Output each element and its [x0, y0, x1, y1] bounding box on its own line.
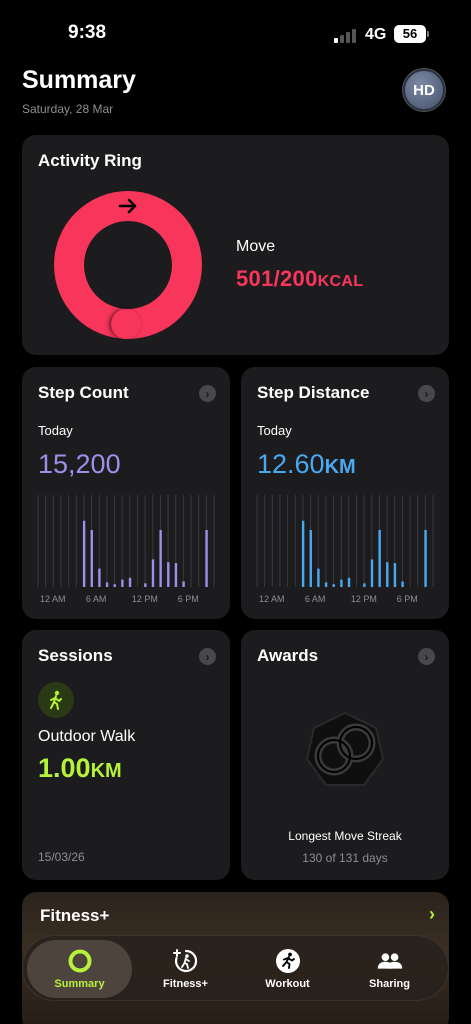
activity-ring-icon [67, 948, 93, 974]
chart-bar [347, 577, 351, 587]
session-distance-number: 1.00 [38, 753, 91, 783]
chart-bar [113, 584, 116, 587]
tab-label: Fitness+ [163, 978, 208, 990]
chart-bar [378, 529, 381, 587]
chart-bar [105, 582, 109, 587]
chart-bar [98, 568, 101, 587]
chevron-right-icon[interactable]: › [418, 648, 435, 665]
status-bar: 9:38 4G 56 [0, 0, 471, 60]
chart-bar [174, 563, 178, 587]
fitness-plus-brand: Fitness+ [38, 906, 109, 926]
page-date: Saturday, 28 Mar [22, 102, 114, 116]
chart-bar [324, 582, 328, 587]
period-label: Today [257, 423, 292, 438]
award-progress: 130 of 131 days [302, 851, 388, 865]
chart-tick-label: 12 AM [259, 594, 285, 604]
chart-tick-label: 6 PM [178, 594, 199, 604]
tab-label: Summary [54, 978, 105, 990]
card-title: Step Count [38, 383, 129, 402]
card-title: Sessions [38, 646, 113, 665]
walking-icon [38, 682, 74, 718]
awards-card[interactable]: Awards › Longest Move Streak 130 of 131 … [241, 630, 449, 880]
move-value: 501/200KCAL [236, 266, 363, 292]
chart-tick-label: 12 AM [40, 594, 66, 604]
period-label: Today [38, 423, 73, 438]
chart-bar [393, 563, 397, 587]
move-unit: KCAL [317, 273, 364, 290]
card-title: Step Distance [257, 383, 370, 402]
avatar[interactable]: HD [403, 69, 445, 111]
chart-bar [182, 581, 185, 587]
chart-bar [82, 520, 86, 587]
move-label: Move [236, 238, 276, 255]
move-ring [54, 191, 202, 339]
step-distance-chart: 12 AM 6 AM 12 PM 6 PM [256, 495, 434, 604]
chart-bar [144, 583, 147, 587]
chart-bar [205, 529, 208, 587]
tab-label: Workout [265, 978, 310, 990]
chevron-right-icon[interactable]: › [199, 385, 216, 402]
chart-tick-label: 6 AM [86, 594, 107, 604]
tab-label: Sharing [369, 978, 410, 990]
chart-tick-label: 12 PM [132, 594, 158, 604]
chart-bar [332, 584, 335, 587]
step-count-card[interactable]: Step Count › Today 15,200 12 AM 6 AM 12 PM… [22, 367, 230, 619]
chart-bar [309, 529, 312, 587]
tab-sharing[interactable]: Sharing [337, 940, 442, 998]
status-time: 9:38 [68, 22, 107, 43]
distance-number: 12.60 [257, 449, 325, 479]
fitness-plus-label: Fitness+ [40, 906, 110, 925]
tab-summary[interactable]: Summary [27, 940, 132, 998]
step-count-value: 15,200 [38, 449, 121, 479]
page-title: Summary [22, 66, 136, 94]
chevron-right-icon[interactable]: › [199, 648, 216, 665]
tab-workout[interactable]: Workout [235, 940, 340, 998]
chart-bar [301, 520, 305, 587]
chart-tick-label: 6 PM [397, 594, 418, 604]
chart-tick-label: 6 AM [305, 594, 326, 604]
workout-runner-icon [275, 948, 301, 974]
chart-bar [159, 529, 162, 587]
chart-bar [363, 583, 366, 587]
chart-bar [167, 562, 170, 587]
step-distance-card[interactable]: Step Distance › Today 12.60KM 12 AM 6 AM 1… [241, 367, 449, 619]
tab-fitness-plus[interactable]: Fitness+ [133, 940, 238, 998]
tab-bar: Summary Fitness+ Workout Sharing [22, 935, 449, 1001]
session-name: Outdoor Walk [38, 728, 136, 745]
move-streak-badge-icon [305, 711, 385, 786]
chart-bar [386, 562, 389, 587]
chart-bar [90, 529, 93, 587]
session-distance: 1.00KM [38, 753, 122, 784]
distance-unit: KM [324, 456, 356, 478]
chart-bar [424, 529, 427, 587]
chart-bar [401, 581, 404, 587]
chart-bar [128, 577, 132, 587]
chart-tick-label: 12 PM [351, 594, 377, 604]
fitness-plus-icon [172, 948, 199, 974]
cellular-signal-icon [334, 29, 358, 43]
chart-bar [151, 559, 155, 587]
people-icon [377, 948, 403, 974]
session-distance-unit: KM [90, 760, 122, 782]
chart-bar [317, 568, 320, 587]
award-name: Longest Move Streak [288, 829, 402, 843]
session-date: 15/03/26 [38, 850, 85, 864]
sessions-card[interactable]: Sessions › Outdoor Walk 1.00KM 15/03/26 [22, 630, 230, 880]
chart-bar [340, 579, 343, 587]
chart-bar [121, 579, 124, 587]
step-count-chart: 12 AM 6 AM 12 PM 6 PM [37, 495, 215, 604]
network-type: 4G [365, 26, 387, 43]
battery-icon: 56 [394, 25, 426, 43]
activity-ring-card[interactable]: Activity Ring Move 501/200KCAL [22, 135, 449, 355]
chevron-right-icon[interactable]: › [429, 904, 435, 925]
chevron-right-icon[interactable]: › [418, 385, 435, 402]
move-value-number: 501/200 [236, 266, 318, 291]
card-title: Activity Ring [38, 151, 142, 170]
chart-bar [370, 559, 374, 587]
card-title: Awards [257, 646, 319, 665]
step-distance-value: 12.60KM [257, 449, 356, 480]
